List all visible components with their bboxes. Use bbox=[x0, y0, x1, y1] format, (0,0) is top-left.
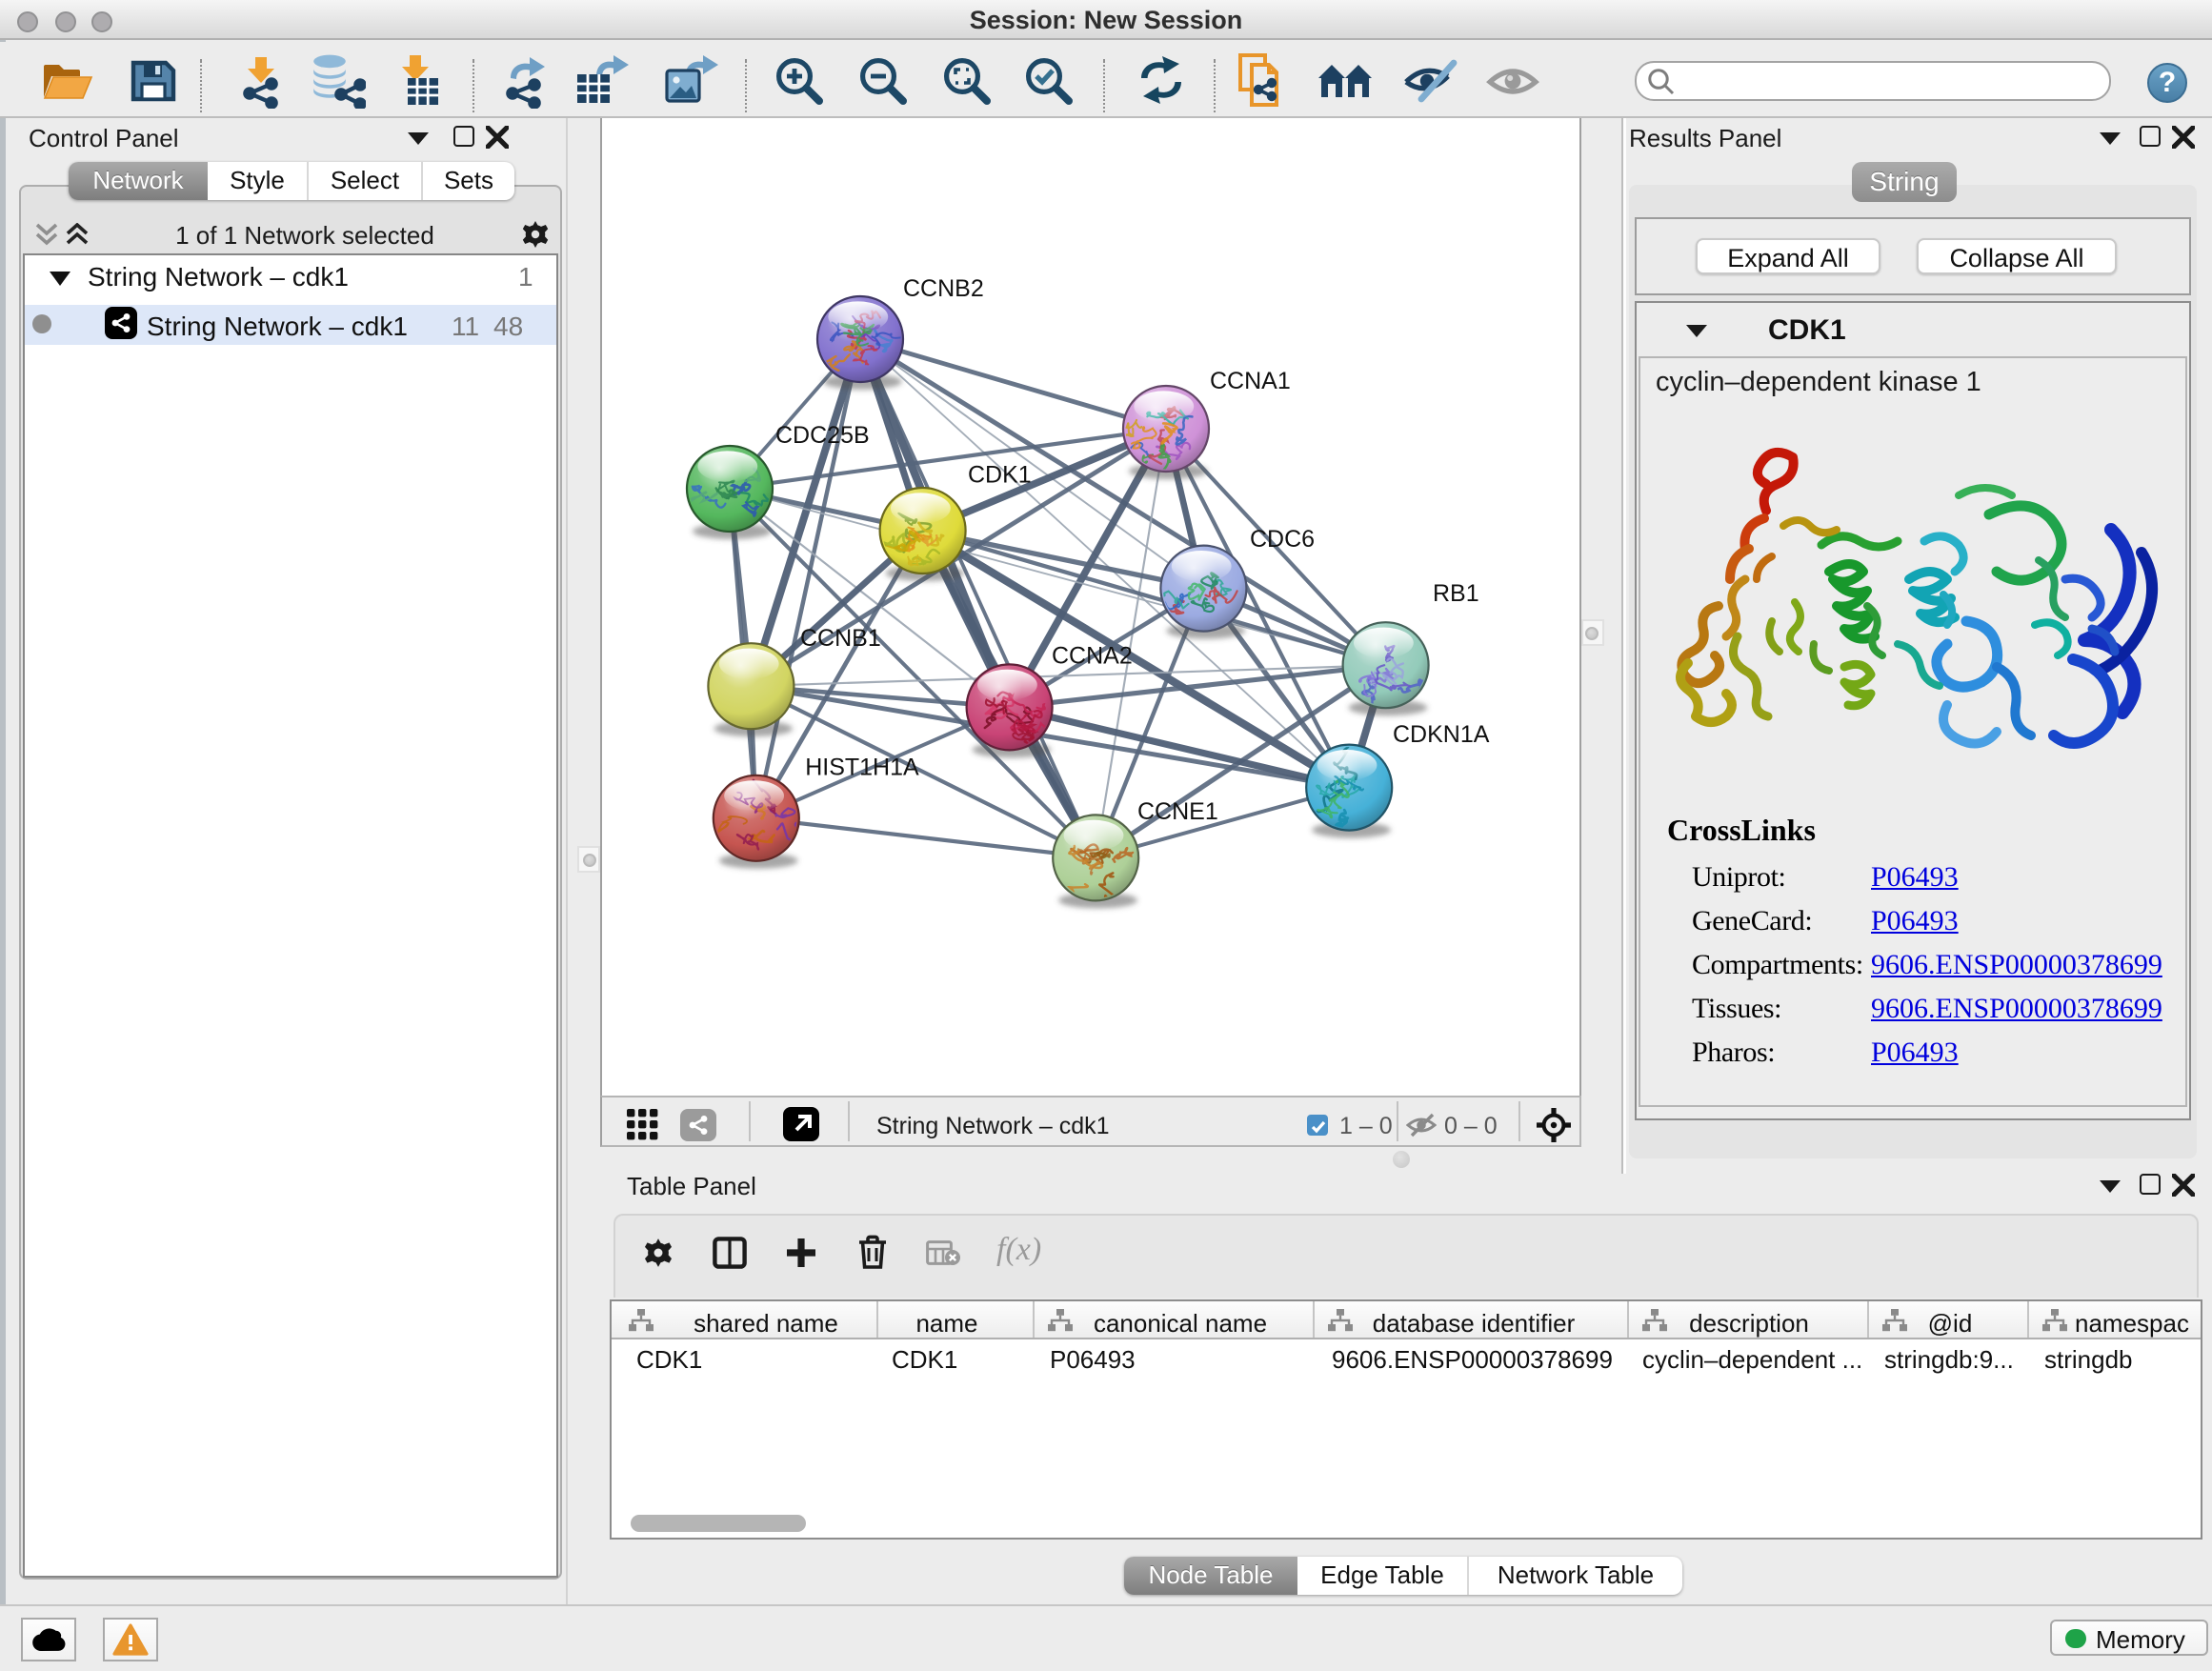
svg-text:RB1: RB1 bbox=[1433, 580, 1479, 607]
svg-text:CDC25B: CDC25B bbox=[775, 422, 870, 449]
svg-text:CDK1: CDK1 bbox=[968, 461, 1032, 488]
svg-text:CCNB1: CCNB1 bbox=[800, 625, 881, 652]
svg-text:CCNA2: CCNA2 bbox=[1052, 643, 1133, 670]
svg-text:CCNA1: CCNA1 bbox=[1210, 368, 1291, 394]
svg-text:CDKN1A: CDKN1A bbox=[1393, 721, 1490, 748]
svg-text:CCNB2: CCNB2 bbox=[903, 275, 984, 302]
svg-text:CCNE1: CCNE1 bbox=[1137, 798, 1218, 825]
svg-text:HIST1H1A: HIST1H1A bbox=[805, 755, 919, 781]
svg-text:CDC6: CDC6 bbox=[1250, 526, 1315, 553]
